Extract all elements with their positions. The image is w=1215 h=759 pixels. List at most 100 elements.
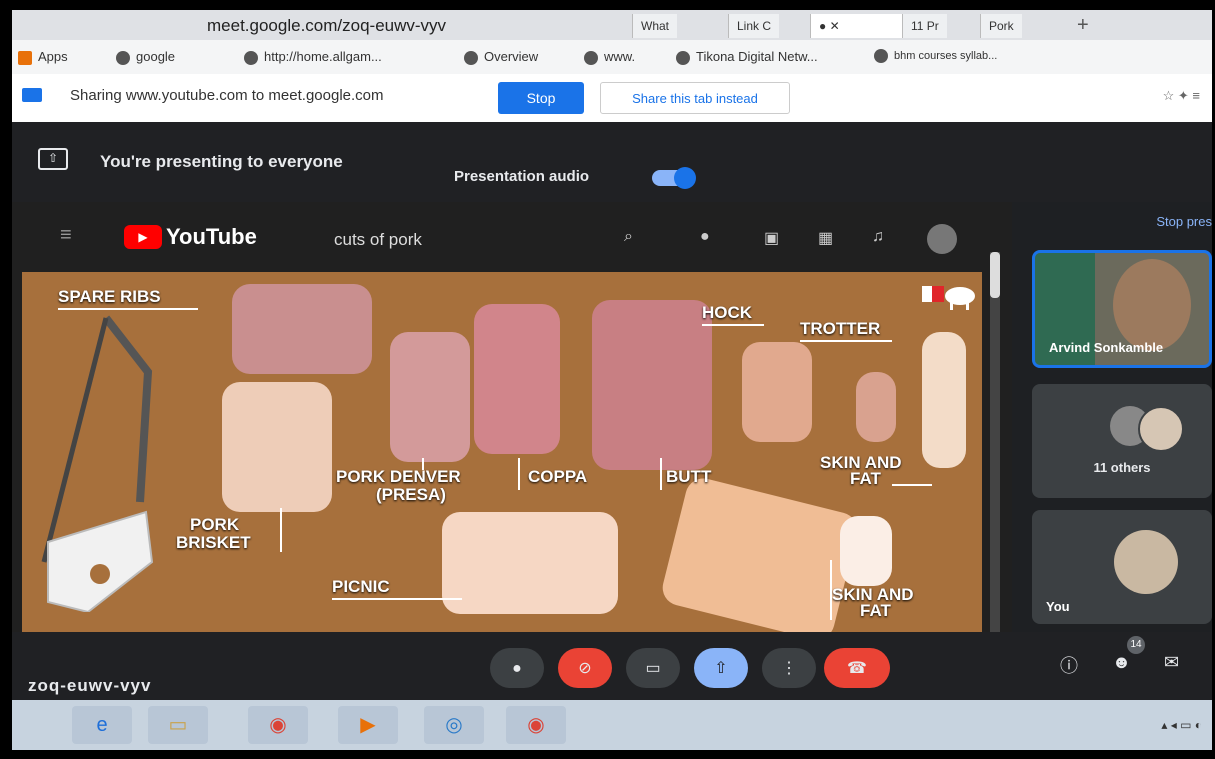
menu-icon[interactable]: ≡ (60, 224, 84, 247)
more-vertical-icon: ⋮ (781, 660, 797, 677)
youtube-wordmark: YouTube (166, 224, 257, 249)
search-icon[interactable]: ⌕ (624, 228, 633, 246)
label-fat-bottom: FAT (860, 601, 891, 620)
screen-frame: meet.google.com/zoq-euwv-vyv What Link C… (12, 10, 1212, 750)
leader-line (58, 308, 198, 310)
coppa-cut (474, 304, 560, 454)
leave-call-button[interactable]: ☎ (824, 648, 890, 688)
label-pork: PORK (190, 515, 240, 534)
new-tab-button[interactable]: + (1077, 14, 1089, 37)
browser-tabstrip: meet.google.com/zoq-euwv-vyv What Link C… (12, 10, 1212, 40)
create-video-icon[interactable]: ▣ (764, 228, 779, 248)
present-icon: ⇧ (714, 660, 728, 677)
participant-tile-others[interactable]: 11 others (1032, 384, 1212, 498)
bookmark-label: bhm courses syllab... (894, 49, 998, 62)
label-brisket: BRISKET (176, 533, 251, 552)
notifications-bell-icon[interactable]: ♫ (872, 228, 884, 246)
camera-off-icon: ⊘ (578, 660, 592, 677)
meeting-code: zoq-euwv-vyv (28, 676, 152, 695)
bookmark-www[interactable]: www. (584, 49, 635, 65)
share-this-tab-button[interactable]: Share this tab instead (600, 82, 790, 114)
picnic-cut (442, 512, 618, 614)
butt-cut (592, 300, 712, 470)
skin-and-fat-strip (922, 332, 966, 468)
file-explorer-icon[interactable]: ▭ (148, 706, 208, 744)
stop-sharing-button[interactable]: Stop (498, 82, 584, 114)
participant-video (1113, 259, 1191, 351)
present-now-button[interactable]: ⇧ (694, 648, 748, 688)
cast-icon (22, 88, 42, 102)
apps-grid-icon[interactable]: ▦ (818, 228, 833, 248)
screen-sharing-bar: Sharing www.youtube.com to meet.google.c… (12, 74, 1212, 123)
bookmark-apps[interactable]: Apps (18, 49, 68, 65)
tab-11pr[interactable]: 11 Pr (902, 14, 947, 38)
avatar[interactable] (927, 224, 957, 254)
bookmark-google[interactable]: google (116, 49, 175, 65)
bone-saw-image (41, 315, 154, 612)
captions-icon: ▭ (645, 660, 661, 677)
presentation-audio-toggle[interactable] (652, 167, 696, 189)
label-picnic: PICNIC (332, 577, 390, 596)
meeting-controls-bar: zoq-euwv-vyv ● ⊘ ▭ ⇧ ⋮ ☎ ⓘ 14 ☻ ✉ (12, 632, 1212, 700)
participant-tile-speaker[interactable]: Arvind Sonkamble (1032, 250, 1212, 368)
skin-and-fat-piece (840, 516, 892, 586)
leader-line (830, 560, 832, 620)
chrome-meet-icon[interactable]: ◉ (506, 706, 566, 744)
microphone-icon[interactable]: ● (700, 228, 710, 246)
captions-button[interactable]: ▭ (626, 648, 680, 688)
bookmark-label: Tikona Digital Netw... (696, 49, 818, 64)
microphone-button[interactable]: ● (490, 648, 544, 688)
stop-presenting-link[interactable]: Stop pres (1156, 214, 1212, 229)
network-icon[interactable]: ◎ (424, 706, 484, 744)
leader-line (518, 458, 520, 490)
tab-meet-active[interactable]: ● ✕ (810, 14, 907, 38)
others-count: 11 others (1093, 460, 1151, 475)
bookmark-label: google (136, 49, 176, 64)
recording-icon: ● ✕ (819, 19, 840, 33)
sharing-message: Sharing www.youtube.com to meet.google.c… (70, 87, 384, 104)
bookmark-label: Apps (38, 49, 68, 64)
people-icon[interactable]: ☻ (1112, 652, 1131, 673)
presented-youtube-window: ≡ ▶YouTube ⌕ ● ▣ ▦ ♫ (12, 202, 1012, 632)
bookmark-bhm[interactable]: bhm courses syllab... (874, 49, 997, 63)
tab-pork[interactable]: Pork (980, 14, 1022, 38)
participant-tile-self[interactable]: You (1032, 510, 1212, 624)
system-tray-icons[interactable]: ▴ ◂ ▭ ◐ (1161, 718, 1202, 732)
pork-brisket-cut (222, 382, 332, 512)
internet-explorer-icon[interactable]: e (72, 706, 132, 744)
chrome-icon[interactable]: ◉ (248, 706, 308, 744)
extension-icons[interactable]: ☆ ✦ ≡ (1163, 88, 1200, 104)
apps-grid-icon (18, 50, 32, 65)
label-pork-denver: PORK DENVER (336, 467, 461, 486)
pig-icon (922, 286, 975, 310)
scrollbar[interactable] (990, 252, 1000, 632)
presenting-banner: ⇧ You're presenting to everyone Presenta… (12, 122, 1212, 229)
bookmark-label: http://home.allgam... (264, 49, 382, 64)
more-options-button[interactable]: ⋮ (762, 648, 816, 688)
camera-off-button[interactable]: ⊘ (558, 648, 612, 688)
globe-icon (244, 50, 258, 65)
spare-ribs-cut (232, 284, 372, 374)
address-bar[interactable]: meet.google.com/zoq-euwv-vyv (207, 16, 446, 36)
info-icon[interactable]: ⓘ (1060, 652, 1078, 678)
bookmarks-bar: Apps google http://home.allgam... Overvi… (12, 40, 1212, 75)
youtube-search-input[interactable] (332, 226, 636, 254)
leader-line (892, 484, 932, 486)
chat-icon[interactable]: ✉ (1164, 652, 1179, 673)
scrollbar-thumb[interactable] (990, 252, 1000, 298)
label-presa: (PRESA) (376, 485, 446, 504)
youtube-logo[interactable]: ▶ YouTube (124, 224, 257, 250)
leader-line (660, 458, 662, 490)
bookmark-allgames[interactable]: http://home.allgam... (244, 49, 382, 65)
windows-taskbar: e ▭ ◉ ▶ ◎ ◉ ▴ ◂ ▭ ◐ (12, 700, 1212, 750)
microphone-icon: ● (512, 660, 522, 677)
bookmark-label: Overview (484, 49, 539, 64)
bookmark-tikona[interactable]: Tikona Digital Netw... (676, 49, 818, 65)
tab-link[interactable]: Link C (728, 14, 780, 38)
video-player[interactable]: SPARE RIBS HOCK TROTTER PORK DENVER (PRE… (22, 272, 982, 632)
tab-what[interactable]: What (632, 14, 678, 38)
leader-line (280, 508, 282, 552)
globe-icon (874, 49, 888, 63)
media-player-icon[interactable]: ▶ (338, 706, 398, 744)
bookmark-overview[interactable]: Overview (464, 49, 538, 65)
